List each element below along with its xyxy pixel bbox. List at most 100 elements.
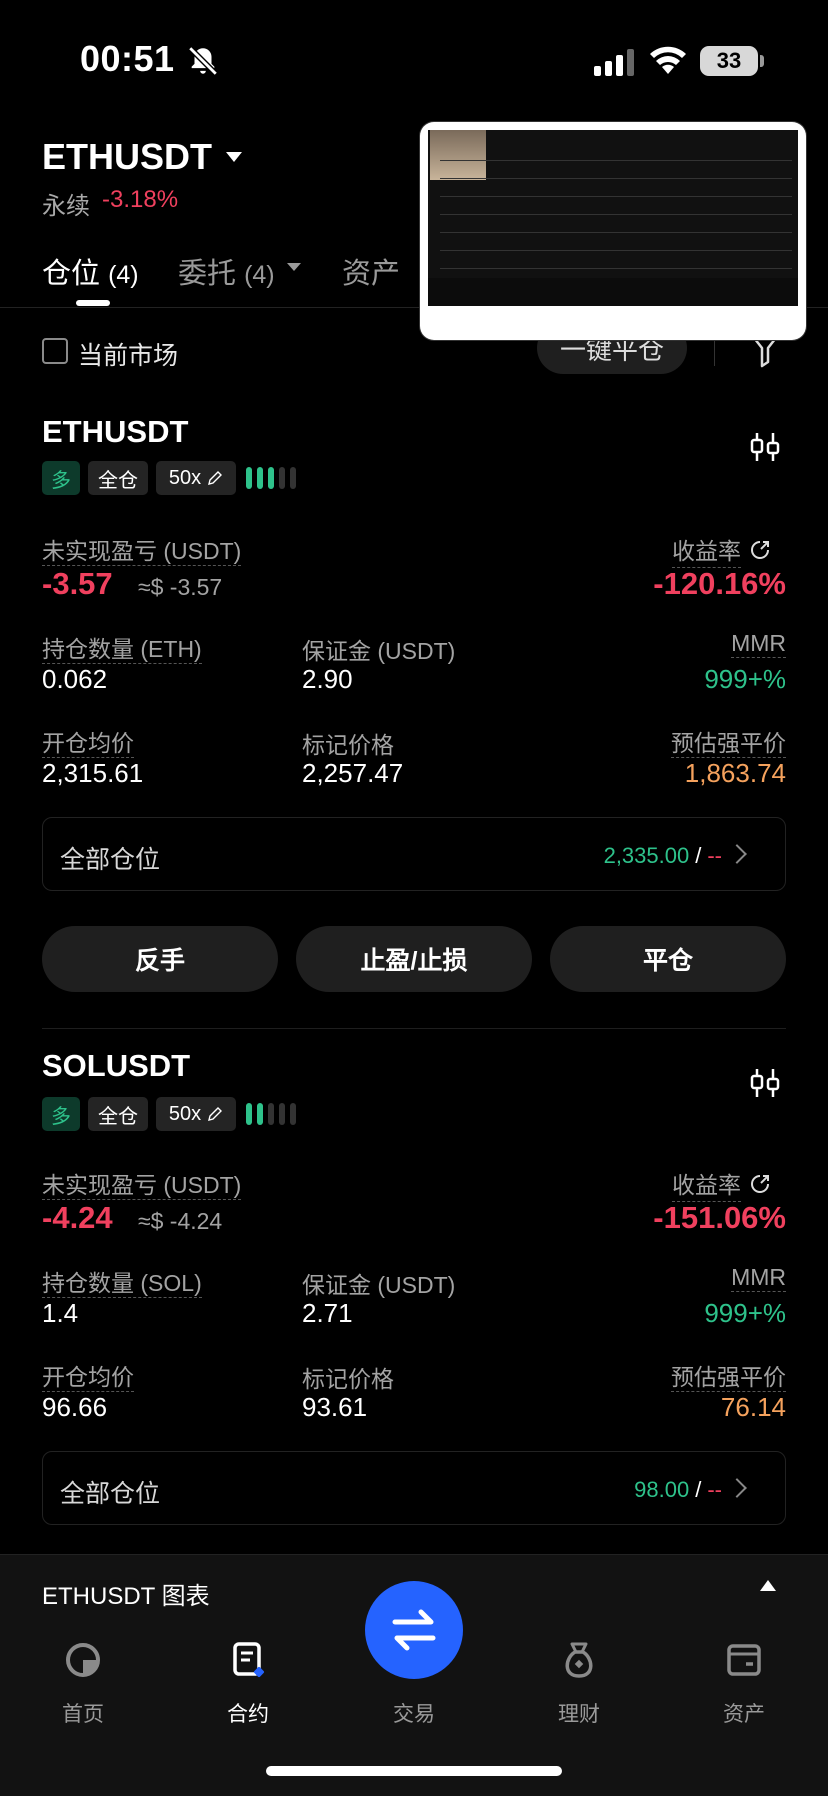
position-size-label: 持仓数量 (SOL) xyxy=(42,1270,202,1298)
home-indicator[interactable] xyxy=(266,1766,562,1776)
tab-positions-label: 仓位 xyxy=(42,258,101,290)
pip-screen-content xyxy=(428,130,798,306)
tab-orders-label: 委托 xyxy=(178,258,237,290)
nav-earn[interactable]: 理财 xyxy=(529,1638,629,1728)
all-positions-dash: -- xyxy=(707,843,722,868)
adl-indicator xyxy=(246,1103,296,1125)
orders-dropdown-icon[interactable] xyxy=(287,263,301,271)
unrealized-pnl-usd: ≈$ -3.57 xyxy=(138,574,223,600)
unrealized-pnl-usd: ≈$ -4.24 xyxy=(138,1208,223,1234)
nav-assets-label: 资产 xyxy=(723,1703,765,1726)
pair-dropdown-icon[interactable] xyxy=(226,152,242,162)
mark-price-label: 标记价格 xyxy=(302,1366,394,1392)
wifi-icon xyxy=(650,46,686,74)
entry-price-label: 开仓均价 xyxy=(42,1364,134,1392)
unrealized-pnl-value: -3.57 xyxy=(42,566,113,601)
candlestick-chart-icon[interactable] xyxy=(748,1066,782,1100)
all-positions-separator: / xyxy=(695,1477,702,1502)
close-position-button[interactable]: 平仓 xyxy=(550,926,786,992)
status-time: 00:51 xyxy=(80,38,175,79)
battery-tip xyxy=(760,55,764,67)
margin-value: 2.71 xyxy=(302,1298,353,1328)
tp-sl-button[interactable]: 止盈/止损 xyxy=(296,926,532,992)
cellular-signal-icon xyxy=(594,48,634,76)
edit-icon xyxy=(208,471,223,485)
adl-indicator xyxy=(246,467,296,489)
position-symbol[interactable]: ETHUSDT xyxy=(42,414,188,450)
trade-button[interactable] xyxy=(365,1581,463,1679)
all-positions-label: 全部仓位 xyxy=(60,1480,161,1508)
entry-price-value: 96.66 xyxy=(42,1392,108,1422)
tab-assets-label: 资产 xyxy=(342,258,401,290)
margin-label: 保证金 (USDT) xyxy=(302,1272,456,1298)
mmr-label: MMR xyxy=(731,1264,786,1292)
liq-price-label: 预估强平价 xyxy=(671,1364,786,1392)
unrealized-pnl-value: -4.24 xyxy=(42,1200,113,1235)
nav-earn-label: 理财 xyxy=(558,1703,600,1726)
liq-price-value: 76.14 xyxy=(720,1392,786,1422)
nav-assets[interactable]: 资产 xyxy=(694,1638,794,1728)
roe-value: -120.16% xyxy=(653,566,786,601)
tab-orders[interactable]: 委托 (4) xyxy=(178,250,275,292)
reverse-button[interactable]: 反手 xyxy=(42,926,278,992)
position-divider xyxy=(42,1028,786,1029)
mark-price-value: 93.61 xyxy=(302,1392,368,1422)
mmr-label: MMR xyxy=(731,630,786,658)
entry-price-label: 开仓均价 xyxy=(42,730,134,758)
leverage-value: 50x xyxy=(168,1102,202,1125)
nav-trade-label: 交易 xyxy=(393,1703,435,1726)
all-positions-separator: / xyxy=(695,843,702,868)
side-badge: 多 xyxy=(42,1097,80,1131)
picture-in-picture-video[interactable] xyxy=(420,122,806,340)
margin-label: 保证金 (USDT) xyxy=(302,638,456,664)
expand-up-icon[interactable] xyxy=(760,1580,776,1591)
candlestick-chart-icon[interactable] xyxy=(748,430,782,464)
position-size-label: 持仓数量 (ETH) xyxy=(42,636,202,664)
tab-assets[interactable]: 资产 xyxy=(342,250,400,292)
liq-price-value: 1,863.74 xyxy=(684,758,786,788)
edit-icon xyxy=(208,1107,223,1121)
contract-type: 永续 xyxy=(42,193,90,220)
position-symbol[interactable]: SOLUSDT xyxy=(42,1048,190,1084)
nav-home-label: 首页 xyxy=(62,1703,104,1726)
mmr-value: 999+% xyxy=(704,1298,786,1328)
nav-home[interactable]: 首页 xyxy=(33,1638,133,1728)
unrealized-pnl-label: 未实现盈亏 (USDT) xyxy=(42,538,242,566)
margin-mode-badge[interactable]: 全仓 xyxy=(88,1097,148,1131)
roe-label: 收益率 xyxy=(672,532,741,568)
current-market-label: 当前市场 xyxy=(78,342,179,370)
earn-icon xyxy=(565,1642,593,1678)
leverage-badge[interactable]: 50x xyxy=(156,1097,236,1131)
bell-muted-icon xyxy=(188,46,218,76)
share-icon[interactable] xyxy=(749,539,771,561)
side-badge: 多 xyxy=(42,461,80,495)
all-positions-label: 全部仓位 xyxy=(60,846,161,874)
margin-value: 2.90 xyxy=(302,664,353,694)
leverage-badge[interactable]: 50x xyxy=(156,461,236,495)
roe-value: -151.06% xyxy=(653,1200,786,1235)
all-positions-dash: -- xyxy=(707,1477,722,1502)
pip-bottom-bar xyxy=(428,278,798,306)
position-size-value: 0.062 xyxy=(42,664,108,694)
wallet-icon xyxy=(727,1644,761,1676)
mmr-value: 999+% xyxy=(704,664,786,694)
tab-orders-count: (4) xyxy=(244,261,275,289)
roe-label: 收益率 xyxy=(672,1166,741,1202)
share-icon[interactable] xyxy=(749,1173,771,1195)
leverage-value: 50x xyxy=(168,466,202,489)
margin-mode-badge[interactable]: 全仓 xyxy=(88,461,148,495)
mark-price-label: 标记价格 xyxy=(302,732,394,758)
tab-positions[interactable]: 仓位 (4) xyxy=(42,250,139,292)
position-size-value: 1.4 xyxy=(42,1298,79,1328)
home-icon xyxy=(66,1643,100,1677)
pair-title[interactable]: ETHUSDT xyxy=(42,136,212,178)
active-tab-indicator xyxy=(76,300,110,306)
mark-price-value: 2,257.47 xyxy=(302,758,404,788)
nav-contract-label: 合约 xyxy=(227,1703,269,1726)
swap-icon xyxy=(392,1609,436,1651)
pip-webcam-thumbnail xyxy=(430,130,486,180)
chart-drawer-label: ETHUSDT 图表 xyxy=(42,1583,210,1610)
price-change: -3.18% xyxy=(102,186,179,213)
nav-contract[interactable]: 合约 xyxy=(198,1638,298,1728)
current-market-checkbox[interactable] xyxy=(42,338,68,364)
